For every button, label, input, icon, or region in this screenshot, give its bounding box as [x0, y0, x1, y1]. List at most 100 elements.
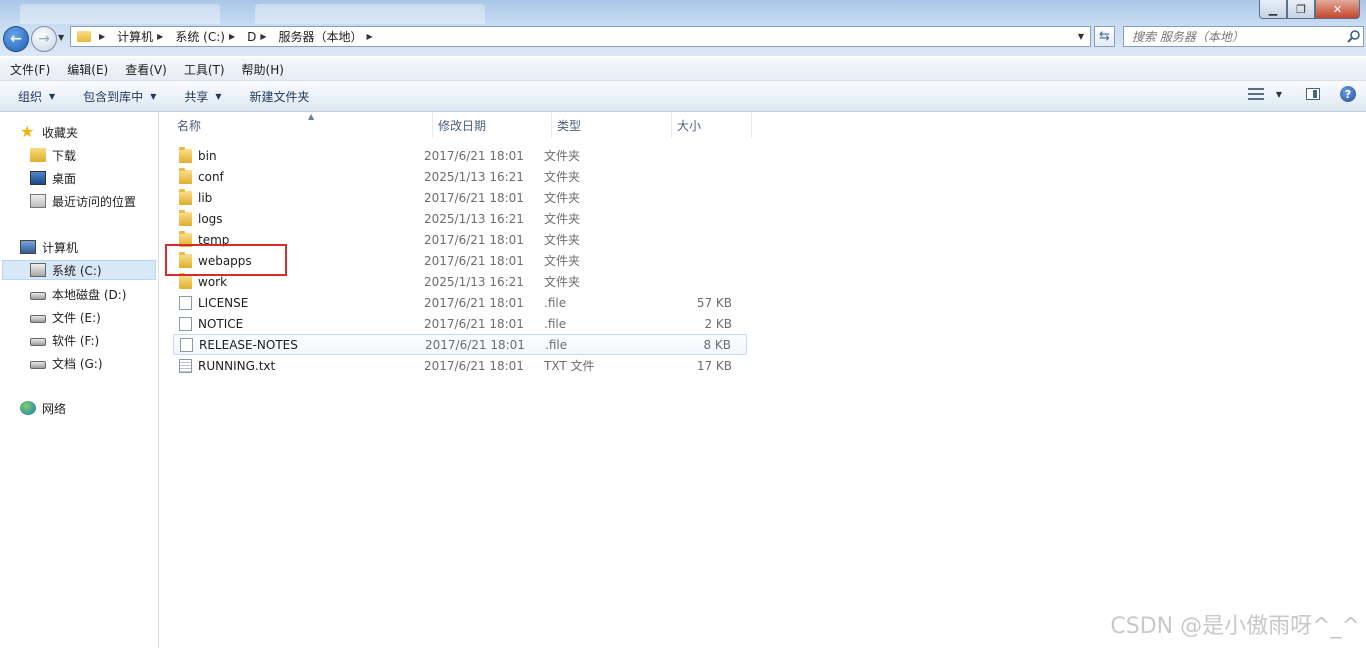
file-row-running-txt[interactable]: RUNNING.txt 2017/6/21 18:01 TXT 文件 17 KB [173, 355, 747, 376]
breadcrumb-system-c[interactable]: 系统 (C:) [175, 28, 225, 45]
sidebar-item-label: 下载 [52, 148, 77, 163]
sidebar-item-drive-e[interactable]: 文件 (E:) [30, 307, 101, 327]
forward-button[interactable]: → [31, 26, 57, 52]
sidebar-item-label: 软件 (F:) [52, 333, 100, 348]
back-button[interactable]: ← [3, 26, 29, 52]
breadcrumb-computer[interactable]: 计算机 [117, 28, 153, 45]
column-header-label: 修改日期 [438, 118, 487, 133]
column-header-label: 类型 [557, 118, 582, 133]
folder-icon [179, 188, 192, 205]
file-row-conf[interactable]: conf 2025/1/13 16:21 文件夹 [173, 166, 747, 187]
file-row-notice[interactable]: NOTICE 2017/6/21 18:01 .file 2 KB [173, 313, 747, 334]
help-icon[interactable]: ? [1340, 86, 1356, 102]
background-window-tab [255, 4, 485, 24]
sidebar-item-recent-places[interactable]: 最近访问的位置 [30, 191, 136, 211]
menu-view[interactable]: 查看(V) [115, 61, 174, 78]
file-name: NOTICE [198, 316, 244, 331]
file-row-lib[interactable]: lib 2017/6/21 18:01 文件夹 [173, 187, 747, 208]
recent-pages-dropdown[interactable]: ▼ [58, 33, 64, 42]
file-name: RELEASE-NOTES [199, 337, 298, 352]
breadcrumb-chevron-icon[interactable]: ▶ [157, 32, 163, 41]
file-size: 57 KB [696, 295, 732, 310]
address-dropdown-icon[interactable]: ▼ [1078, 32, 1084, 41]
file-date: 2017/6/21 18:01 [424, 253, 524, 268]
file-name: LICENSE [198, 295, 249, 310]
file-row-logs[interactable]: logs 2025/1/13 16:21 文件夹 [173, 208, 747, 229]
folder-icon [179, 209, 192, 226]
sidebar-item-label: 收藏夹 [42, 125, 79, 140]
network-icon [20, 401, 36, 415]
sidebar-item-label: 网络 [42, 401, 67, 416]
sidebar-item-computer[interactable]: 计算机 [20, 237, 78, 257]
refresh-icon: ⇆ [1099, 29, 1110, 44]
address-bar[interactable]: ▶ 计算机 ▶ 系统 (C:) ▶ D ▶ 服务器（本地） ▶ ▼ [70, 26, 1091, 47]
change-view-icon[interactable] [1247, 88, 1264, 100]
sidebar-item-label: 计算机 [42, 240, 79, 255]
file-date: 2017/6/21 18:01 [424, 232, 524, 247]
window-title-bar: ▁ ❐ ✕ ← → ▼ ▶ 计算机 ▶ 系统 (C:) ▶ D ▶ 服务器（本地） ▶ … [0, 0, 1366, 56]
file-icon [179, 295, 192, 310]
sidebar-item-system-c[interactable]: 系统 (C:) [2, 260, 156, 280]
preview-pane-icon[interactable] [1306, 88, 1320, 100]
search-icon[interactable] [1345, 28, 1363, 46]
breadcrumb-d[interactable]: D [247, 30, 256, 44]
menu-file[interactable]: 文件(F) [0, 61, 57, 78]
include-in-library-button[interactable]: 包含到库中 ▼ [65, 88, 166, 105]
breadcrumb-chevron-icon[interactable]: ▶ [367, 32, 373, 41]
sidebar-item-drive-f[interactable]: 软件 (F:) [30, 330, 99, 350]
file-size: 17 KB [696, 358, 732, 373]
share-button[interactable]: 共享 ▼ [166, 88, 231, 105]
folder-icon [179, 167, 192, 184]
new-folder-label: 新建文件夹 [249, 89, 310, 104]
menu-help[interactable]: 帮助(H) [232, 61, 291, 78]
column-header-size[interactable]: 大小 [671, 112, 752, 138]
navigation-pane: ★ 收藏夹 下载 桌面 最近访问的位置 计算机 系统 (C:) 本地磁盘 (D:… [0, 112, 159, 648]
file-name: conf [198, 169, 224, 184]
breadcrumb-chevron-icon[interactable]: ▶ [99, 32, 105, 41]
column-header-name[interactable]: 名称 ▲ [171, 112, 433, 138]
breadcrumb-chevron-icon[interactable]: ▶ [260, 32, 266, 41]
file-list-pane: 名称 ▲ 修改日期 类型 大小 bin 2017/6/21 18:01 文件夹 … [159, 112, 1366, 648]
background-window-tab [20, 4, 220, 24]
folder-icon [179, 272, 192, 289]
file-row-license[interactable]: LICENSE 2017/6/21 18:01 .file 57 KB [173, 292, 747, 313]
search-input[interactable] [1124, 28, 1345, 45]
organize-button[interactable]: 组织 ▼ [0, 88, 65, 105]
new-folder-button[interactable]: 新建文件夹 [232, 88, 320, 105]
file-row-release-notes[interactable]: RELEASE-NOTES 2017/6/21 18:01 .file 8 KB [173, 334, 747, 355]
maximize-button[interactable]: ❐ [1287, 0, 1315, 19]
menu-edit[interactable]: 编辑(E) [57, 61, 115, 78]
file-date: 2017/6/21 18:01 [424, 148, 524, 163]
file-type: TXT 文件 [544, 359, 595, 373]
file-date: 2025/1/13 16:21 [424, 169, 524, 184]
file-icon [179, 316, 192, 331]
folder-icon [179, 146, 192, 163]
sidebar-item-local-disk-d[interactable]: 本地磁盘 (D:) [30, 284, 126, 304]
minimize-button[interactable]: ▁ [1259, 0, 1287, 19]
file-row-bin[interactable]: bin 2017/6/21 18:01 文件夹 [173, 145, 747, 166]
sidebar-item-network[interactable]: 网络 [20, 398, 66, 418]
drive-icon [30, 361, 46, 369]
breadcrumb-server-local[interactable]: 服务器（本地） [279, 28, 363, 45]
breadcrumb-chevron-icon[interactable]: ▶ [229, 32, 235, 41]
column-header-type[interactable]: 类型 [551, 112, 672, 138]
view-dropdown-icon[interactable]: ▼ [1276, 90, 1282, 99]
sidebar-item-downloads[interactable]: 下载 [30, 145, 76, 165]
column-header-label: 大小 [677, 118, 702, 133]
file-type: 文件夹 [544, 212, 581, 226]
sidebar-item-drive-g[interactable]: 文档 (G:) [30, 353, 103, 373]
system-drive-icon [30, 263, 46, 277]
file-type: 文件夹 [544, 170, 581, 184]
share-label: 共享 [184, 89, 209, 104]
close-button[interactable]: ✕ [1315, 0, 1360, 19]
file-date: 2017/6/21 18:01 [425, 337, 525, 352]
sidebar-item-desktop[interactable]: 桌面 [30, 168, 76, 188]
file-icon [180, 337, 193, 352]
file-name: bin [198, 148, 217, 163]
column-header-date[interactable]: 修改日期 [432, 112, 552, 138]
search-box[interactable] [1123, 26, 1364, 47]
refresh-button[interactable]: ⇆ [1094, 26, 1115, 47]
sidebar-item-favorites[interactable]: ★ 收藏夹 [20, 122, 78, 142]
menu-tools[interactable]: 工具(T) [174, 61, 232, 78]
menu-bar: 文件(F) 编辑(E) 查看(V) 工具(T) 帮助(H) [0, 58, 1366, 81]
